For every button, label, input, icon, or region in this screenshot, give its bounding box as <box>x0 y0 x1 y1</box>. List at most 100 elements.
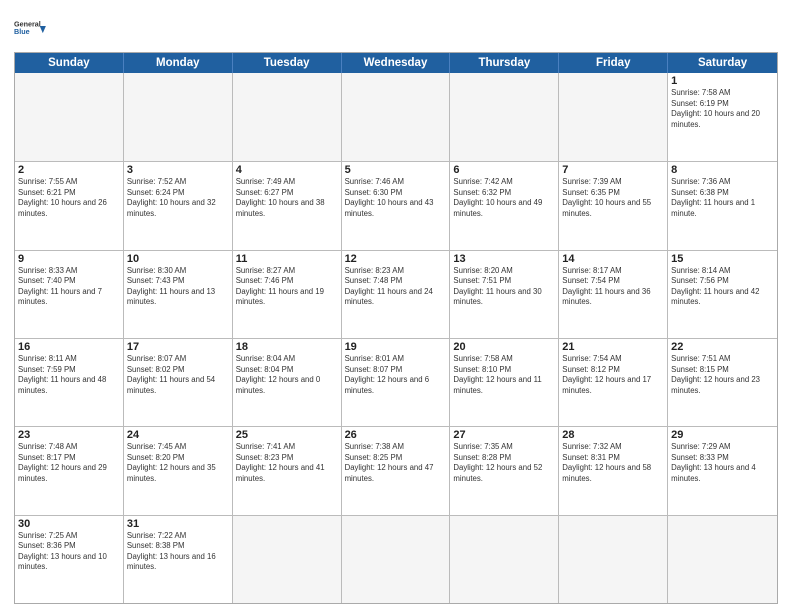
calendar-cell: 13Sunrise: 8:20 AM Sunset: 7:51 PM Dayli… <box>450 251 559 338</box>
page: GeneralBlue SundayMondayTuesdayWednesday… <box>0 0 792 612</box>
day-number: 28 <box>562 429 664 441</box>
day-number: 12 <box>345 253 447 265</box>
day-info: Sunrise: 7:49 AM Sunset: 6:27 PM Dayligh… <box>236 177 338 219</box>
calendar-cell: 8Sunrise: 7:36 AM Sunset: 6:38 PM Daylig… <box>668 162 777 249</box>
calendar-week-row: 9Sunrise: 8:33 AM Sunset: 7:40 PM Daylig… <box>15 250 777 338</box>
calendar-cell: 21Sunrise: 7:54 AM Sunset: 8:12 PM Dayli… <box>559 339 668 426</box>
day-number: 3 <box>127 164 229 176</box>
weekday-header: Thursday <box>450 53 559 73</box>
calendar-cell <box>450 516 559 603</box>
calendar-cell: 12Sunrise: 8:23 AM Sunset: 7:48 PM Dayli… <box>342 251 451 338</box>
weekday-header: Wednesday <box>342 53 451 73</box>
day-number: 30 <box>18 518 120 530</box>
weekday-header: Tuesday <box>233 53 342 73</box>
calendar-cell: 20Sunrise: 7:58 AM Sunset: 8:10 PM Dayli… <box>450 339 559 426</box>
weekday-header: Saturday <box>668 53 777 73</box>
logo: GeneralBlue <box>14 10 50 46</box>
calendar-cell <box>124 73 233 161</box>
calendar-cell: 9Sunrise: 8:33 AM Sunset: 7:40 PM Daylig… <box>15 251 124 338</box>
calendar-cell: 25Sunrise: 7:41 AM Sunset: 8:23 PM Dayli… <box>233 427 342 514</box>
day-number: 21 <box>562 341 664 353</box>
calendar-cell: 18Sunrise: 8:04 AM Sunset: 8:04 PM Dayli… <box>233 339 342 426</box>
logo-icon: GeneralBlue <box>14 10 50 46</box>
calendar-cell: 7Sunrise: 7:39 AM Sunset: 6:35 PM Daylig… <box>559 162 668 249</box>
calendar-cell: 29Sunrise: 7:29 AM Sunset: 8:33 PM Dayli… <box>668 427 777 514</box>
day-number: 7 <box>562 164 664 176</box>
calendar-cell <box>559 516 668 603</box>
calendar-cell: 22Sunrise: 7:51 AM Sunset: 8:15 PM Dayli… <box>668 339 777 426</box>
day-number: 22 <box>671 341 774 353</box>
day-number: 29 <box>671 429 774 441</box>
calendar-cell: 11Sunrise: 8:27 AM Sunset: 7:46 PM Dayli… <box>233 251 342 338</box>
day-info: Sunrise: 8:01 AM Sunset: 8:07 PM Dayligh… <box>345 354 447 396</box>
day-info: Sunrise: 7:22 AM Sunset: 8:38 PM Dayligh… <box>127 531 229 573</box>
day-info: Sunrise: 8:30 AM Sunset: 7:43 PM Dayligh… <box>127 266 229 308</box>
calendar-cell <box>450 73 559 161</box>
day-info: Sunrise: 7:54 AM Sunset: 8:12 PM Dayligh… <box>562 354 664 396</box>
day-number: 20 <box>453 341 555 353</box>
day-info: Sunrise: 7:45 AM Sunset: 8:20 PM Dayligh… <box>127 442 229 484</box>
day-info: Sunrise: 7:42 AM Sunset: 6:32 PM Dayligh… <box>453 177 555 219</box>
day-info: Sunrise: 7:48 AM Sunset: 8:17 PM Dayligh… <box>18 442 120 484</box>
day-number: 1 <box>671 75 774 87</box>
calendar-week-row: 1Sunrise: 7:58 AM Sunset: 6:19 PM Daylig… <box>15 73 777 161</box>
calendar-cell <box>233 73 342 161</box>
day-number: 18 <box>236 341 338 353</box>
calendar-cell <box>342 73 451 161</box>
calendar-cell: 26Sunrise: 7:38 AM Sunset: 8:25 PM Dayli… <box>342 427 451 514</box>
calendar-cell: 1Sunrise: 7:58 AM Sunset: 6:19 PM Daylig… <box>668 73 777 161</box>
day-info: Sunrise: 7:58 AM Sunset: 8:10 PM Dayligh… <box>453 354 555 396</box>
day-info: Sunrise: 7:35 AM Sunset: 8:28 PM Dayligh… <box>453 442 555 484</box>
day-info: Sunrise: 8:27 AM Sunset: 7:46 PM Dayligh… <box>236 266 338 308</box>
day-info: Sunrise: 7:36 AM Sunset: 6:38 PM Dayligh… <box>671 177 774 219</box>
calendar-cell <box>559 73 668 161</box>
calendar-cell: 23Sunrise: 7:48 AM Sunset: 8:17 PM Dayli… <box>15 427 124 514</box>
day-info: Sunrise: 8:07 AM Sunset: 8:02 PM Dayligh… <box>127 354 229 396</box>
day-number: 9 <box>18 253 120 265</box>
day-info: Sunrise: 8:20 AM Sunset: 7:51 PM Dayligh… <box>453 266 555 308</box>
calendar-week-row: 30Sunrise: 7:25 AM Sunset: 8:36 PM Dayli… <box>15 515 777 603</box>
calendar-week-row: 16Sunrise: 8:11 AM Sunset: 7:59 PM Dayli… <box>15 338 777 426</box>
calendar-week-row: 23Sunrise: 7:48 AM Sunset: 8:17 PM Dayli… <box>15 426 777 514</box>
calendar-header: SundayMondayTuesdayWednesdayThursdayFrid… <box>15 53 777 73</box>
calendar-cell <box>15 73 124 161</box>
calendar-cell <box>233 516 342 603</box>
day-number: 11 <box>236 253 338 265</box>
day-number: 8 <box>671 164 774 176</box>
day-info: Sunrise: 7:41 AM Sunset: 8:23 PM Dayligh… <box>236 442 338 484</box>
day-number: 16 <box>18 341 120 353</box>
day-info: Sunrise: 8:23 AM Sunset: 7:48 PM Dayligh… <box>345 266 447 308</box>
calendar-week-row: 2Sunrise: 7:55 AM Sunset: 6:21 PM Daylig… <box>15 161 777 249</box>
calendar-cell: 6Sunrise: 7:42 AM Sunset: 6:32 PM Daylig… <box>450 162 559 249</box>
calendar: SundayMondayTuesdayWednesdayThursdayFrid… <box>14 52 778 604</box>
day-info: Sunrise: 7:38 AM Sunset: 8:25 PM Dayligh… <box>345 442 447 484</box>
calendar-cell: 2Sunrise: 7:55 AM Sunset: 6:21 PM Daylig… <box>15 162 124 249</box>
day-number: 6 <box>453 164 555 176</box>
day-info: Sunrise: 7:58 AM Sunset: 6:19 PM Dayligh… <box>671 88 774 130</box>
calendar-cell: 19Sunrise: 8:01 AM Sunset: 8:07 PM Dayli… <box>342 339 451 426</box>
day-number: 17 <box>127 341 229 353</box>
day-info: Sunrise: 7:55 AM Sunset: 6:21 PM Dayligh… <box>18 177 120 219</box>
weekday-header: Sunday <box>15 53 124 73</box>
day-info: Sunrise: 8:11 AM Sunset: 7:59 PM Dayligh… <box>18 354 120 396</box>
day-info: Sunrise: 7:52 AM Sunset: 6:24 PM Dayligh… <box>127 177 229 219</box>
calendar-cell: 31Sunrise: 7:22 AM Sunset: 8:38 PM Dayli… <box>124 516 233 603</box>
calendar-cell: 5Sunrise: 7:46 AM Sunset: 6:30 PM Daylig… <box>342 162 451 249</box>
calendar-body: 1Sunrise: 7:58 AM Sunset: 6:19 PM Daylig… <box>15 73 777 603</box>
calendar-cell: 28Sunrise: 7:32 AM Sunset: 8:31 PM Dayli… <box>559 427 668 514</box>
day-number: 15 <box>671 253 774 265</box>
day-number: 19 <box>345 341 447 353</box>
calendar-cell: 15Sunrise: 8:14 AM Sunset: 7:56 PM Dayli… <box>668 251 777 338</box>
day-info: Sunrise: 8:14 AM Sunset: 7:56 PM Dayligh… <box>671 266 774 308</box>
day-number: 5 <box>345 164 447 176</box>
day-number: 23 <box>18 429 120 441</box>
day-number: 24 <box>127 429 229 441</box>
day-number: 25 <box>236 429 338 441</box>
header: GeneralBlue <box>14 10 778 46</box>
day-info: Sunrise: 7:29 AM Sunset: 8:33 PM Dayligh… <box>671 442 774 484</box>
calendar-cell: 30Sunrise: 7:25 AM Sunset: 8:36 PM Dayli… <box>15 516 124 603</box>
day-info: Sunrise: 8:17 AM Sunset: 7:54 PM Dayligh… <box>562 266 664 308</box>
day-info: Sunrise: 7:46 AM Sunset: 6:30 PM Dayligh… <box>345 177 447 219</box>
day-number: 2 <box>18 164 120 176</box>
calendar-cell: 4Sunrise: 7:49 AM Sunset: 6:27 PM Daylig… <box>233 162 342 249</box>
